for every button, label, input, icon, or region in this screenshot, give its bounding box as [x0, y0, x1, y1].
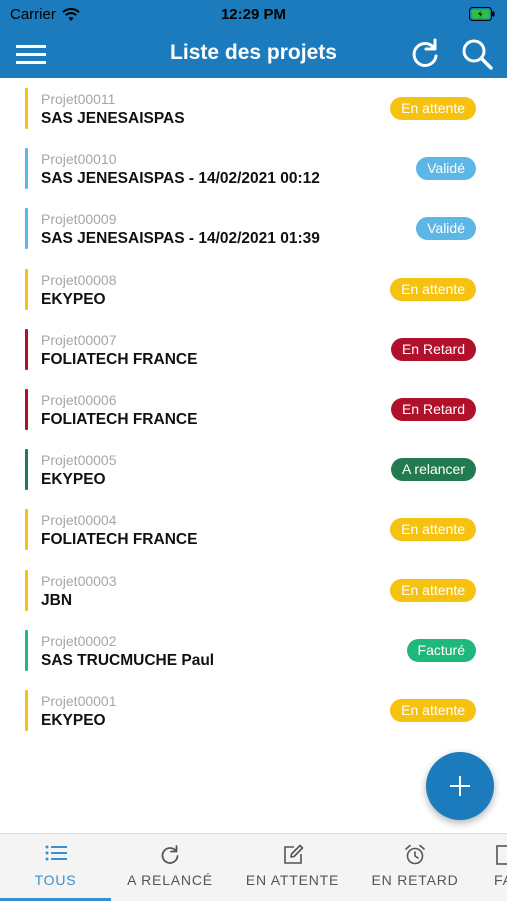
project-list-item[interactable]: Projet00005 EKYPEO A relancer — [0, 439, 507, 499]
status-bar: Carrier 12:29 PM — [0, 0, 507, 30]
project-code: Projet00005 — [41, 452, 117, 469]
project-code: Projet00010 — [41, 151, 117, 168]
status-badge: En Retard — [390, 337, 476, 361]
tab-label: TOUS — [34, 872, 77, 888]
project-code: Projet00008 — [41, 271, 117, 288]
status-badge: En Retard — [390, 397, 476, 421]
project-list-item[interactable]: Projet00009 SAS JENESAISPAS - 14/02/2021 … — [0, 198, 507, 258]
tab-icon-wrap — [356, 844, 474, 866]
project-code: Projet00009 — [41, 211, 117, 228]
project-code: Projet00004 — [41, 512, 117, 529]
project-client-name: JBN — [41, 591, 73, 609]
tab-label: EN ATTENTE — [245, 872, 340, 888]
refresh-icon — [161, 845, 179, 864]
project-client-name: FOLIATECH FRANCE — [41, 531, 198, 549]
status-color-bar — [25, 88, 28, 129]
status-badge: En attente — [390, 578, 476, 602]
alarm-clock-icon — [405, 844, 425, 865]
project-list-item[interactable]: Projet00010 SAS JENESAISPAS - 14/02/2021 … — [0, 138, 507, 198]
status-color-bar — [25, 449, 28, 491]
project-code: Projet00002 — [41, 632, 117, 649]
project-client-name: EKYPEO — [41, 711, 106, 729]
tab-en-retard[interactable]: EN RETARD — [356, 834, 474, 901]
refresh-icon[interactable] — [408, 37, 442, 71]
status-time: 12:29 PM — [220, 6, 287, 23]
tab-a-relance[interactable]: A RELANCÉ — [111, 834, 229, 901]
status-color-bar — [25, 148, 28, 190]
tab-label: EN RETARD — [371, 872, 459, 888]
project-client-name: EKYPEO — [41, 290, 106, 308]
invoice-icon — [496, 845, 507, 865]
status-color-bar — [25, 388, 28, 430]
status-color-bar — [25, 509, 28, 551]
add-project-button[interactable] — [426, 752, 494, 820]
list-icon — [45, 845, 67, 861]
project-code: Projet00003 — [41, 572, 117, 589]
project-code: Projet00006 — [41, 391, 117, 408]
project-list-item[interactable]: Projet00006 FOLIATECH FRANCE En Retard — [0, 379, 507, 439]
status-badge: En attente — [390, 277, 476, 301]
tab-label: A RELANCÉ — [127, 872, 213, 888]
project-list-item[interactable]: Projet00003 JBN En attente — [0, 560, 507, 620]
status-color-bar — [25, 268, 28, 310]
status-badge: Validé — [416, 157, 476, 181]
project-client-name: SAS JENESAISPAS - 14/02/2021 01:39 — [41, 230, 320, 248]
project-client-name: FOLIATECH FRANCE — [41, 350, 198, 368]
tab-icon-wrap — [111, 844, 229, 866]
project-code: Projet00011 — [41, 91, 116, 107]
status-badge: Facturé — [406, 638, 476, 662]
bottom-tab-bar: TOUS A RELANCÉ EN ATTENTE EN RETARD F — [0, 833, 507, 901]
status-color-bar — [25, 689, 28, 731]
edit-icon — [283, 844, 303, 864]
tab-icon-wrap — [0, 844, 111, 866]
project-code: Projet00007 — [41, 331, 117, 348]
project-client-name: SAS JENESAISPAS - 14/02/2021 00:12 — [41, 170, 320, 188]
status-color-bar — [25, 328, 28, 370]
status-color-bar — [25, 569, 28, 611]
plus-icon-vertical — [459, 776, 461, 796]
project-list-item[interactable]: Projet00004 FOLIATECH FRANCE En attente — [0, 499, 507, 559]
project-list-item[interactable]: Projet00007 FOLIATECH FRANCE En Retard — [0, 319, 507, 379]
search-icon[interactable] — [460, 37, 494, 71]
tab-tous[interactable]: TOUS — [0, 834, 111, 901]
app-header: Liste des projets — [0, 30, 507, 78]
status-badge: Validé — [416, 217, 476, 241]
project-client-name: SAS JENESAISPAS — [41, 110, 185, 127]
tab-label: FA — [494, 872, 507, 888]
project-list-item[interactable]: Projet00001 EKYPEO En attente — [0, 680, 507, 740]
project-list-item[interactable]: Projet00011 SAS JENESAISPAS En attente — [0, 78, 507, 138]
tab-en-attente[interactable]: EN ATTENTE — [229, 834, 356, 901]
status-badge: En attente — [390, 698, 476, 722]
status-badge: A relancer — [390, 458, 476, 482]
status-color-bar — [25, 208, 28, 250]
tab-icon-wrap — [474, 844, 507, 866]
status-color-bar — [25, 629, 28, 671]
project-client-name: FOLIATECH FRANCE — [41, 410, 198, 428]
battery-icon — [469, 7, 495, 21]
status-badge: En attente — [390, 518, 476, 542]
tab-facture[interactable]: FA — [474, 834, 507, 901]
project-code: Projet00001 — [41, 692, 117, 709]
project-list-item[interactable]: Projet00008 EKYPEO En attente — [0, 259, 507, 319]
project-list: Projet00011 SAS JENESAISPAS En attente Proj… — [0, 78, 507, 740]
status-badge: En attente — [390, 97, 476, 120]
project-client-name: SAS TRUCMUCHE Paul — [41, 651, 215, 669]
project-list-item[interactable]: Projet00002 SAS TRUCMUCHE Paul Facturé — [0, 620, 507, 680]
tab-icon-wrap — [229, 844, 356, 866]
project-client-name: EKYPEO — [41, 471, 106, 489]
